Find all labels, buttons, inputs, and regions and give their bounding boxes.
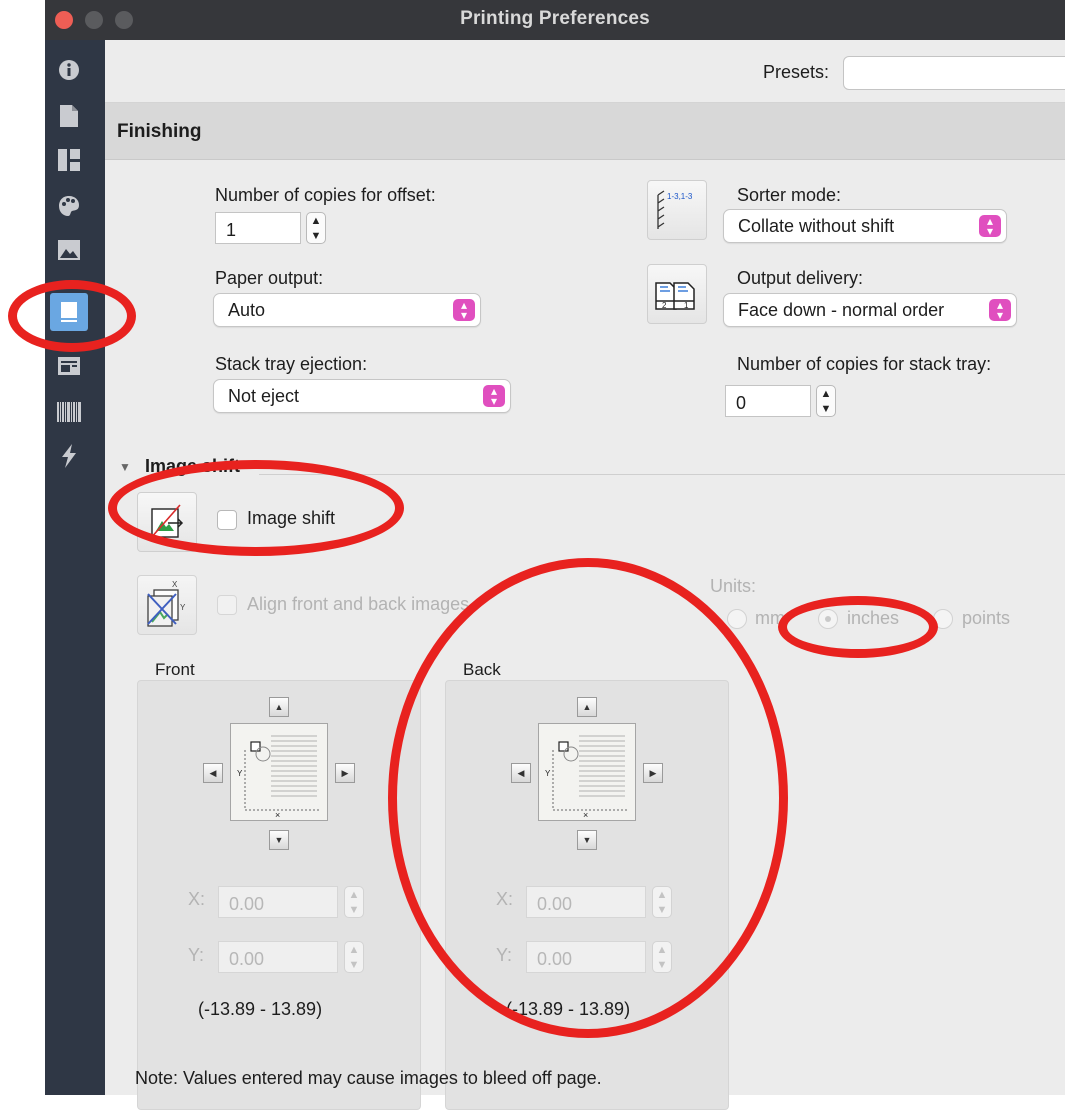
back-y-input[interactable]: 0.00 — [526, 941, 646, 973]
popup-chevron-icon: ▴ ▾ — [979, 215, 1001, 237]
document-icon[interactable] — [57, 104, 81, 128]
section-divider — [259, 474, 1065, 475]
stack-tray-ejection-select[interactable]: Not eject ▴ ▾ — [213, 379, 511, 413]
paper-output-label: Paper output: — [215, 268, 324, 288]
layout-icon[interactable] — [57, 148, 81, 172]
front-shift-down-button[interactable]: ▼ — [269, 830, 289, 850]
copies-stack-tray-input[interactable]: 0 — [725, 385, 811, 417]
image-shift-section-title: Image shift — [145, 456, 241, 476]
front-x-label: X: — [188, 889, 206, 909]
back-x-input[interactable]: 0.00 — [526, 886, 646, 918]
back-range-text: (-13.89 - 13.89) — [506, 999, 631, 1019]
svg-text:×: × — [583, 810, 588, 820]
front-page-preview: Y × — [230, 723, 328, 821]
front-range-text: (-13.89 - 13.89) — [198, 999, 323, 1019]
back-x-stepper[interactable]: ▲ ▼ — [652, 886, 672, 918]
finishing-title: Finishing — [117, 121, 202, 142]
sorter-mode-icon-text: 1-3,1-3 — [667, 192, 693, 201]
image-icon[interactable] — [57, 238, 81, 262]
front-shift-right-button[interactable]: ▶ — [335, 763, 355, 783]
svg-text:Y: Y — [237, 769, 243, 778]
image-shift-checkbox-label: Image shift — [247, 508, 336, 528]
finishing-book-icon[interactable] — [50, 293, 88, 331]
lightning-icon[interactable] — [57, 444, 81, 468]
align-images-icon: Y X — [137, 575, 197, 635]
palette-icon[interactable] — [57, 194, 81, 218]
back-y-label: Y: — [496, 945, 513, 965]
back-title: Back — [463, 660, 501, 679]
image-shift-icon — [137, 492, 197, 552]
back-shift-right-button[interactable]: ▶ — [643, 763, 663, 783]
presets-label: Presets: — [763, 62, 830, 82]
popup-chevron-icon: ▴ ▾ — [989, 299, 1011, 321]
sorter-mode-label: Sorter mode: — [737, 185, 842, 205]
stack-tray-ejection-label: Stack tray ejection: — [215, 354, 368, 374]
back-shift-up-button[interactable]: ▲ — [577, 697, 597, 717]
units-radio-mm[interactable] — [727, 609, 747, 629]
popup-chevron-icon: ▴ ▾ — [453, 299, 475, 321]
units-label: Units: — [710, 576, 757, 596]
svg-text:×: × — [275, 810, 280, 820]
align-images-checkbox[interactable] — [217, 595, 237, 615]
align-images-label: Align front and back images — [247, 594, 470, 614]
svg-text:X: X — [172, 580, 178, 589]
svg-text:Y: Y — [545, 769, 551, 778]
info-icon[interactable] — [57, 58, 81, 82]
svg-text:2: 2 — [662, 301, 667, 310]
units-inches-label: inches — [847, 608, 900, 628]
back-x-label: X: — [496, 889, 514, 909]
front-y-input[interactable]: 0.00 — [218, 941, 338, 973]
front-x-input[interactable]: 0.00 — [218, 886, 338, 918]
paper-output-value: Auto — [228, 300, 266, 320]
copies-offset-stepper[interactable]: ▲ ▼ — [306, 212, 326, 244]
units-mm-label: mm — [755, 608, 785, 628]
barcode-icon[interactable] — [57, 400, 81, 424]
window-title: Printing Preferences — [460, 8, 650, 29]
front-shift-left-button[interactable]: ◀ — [203, 763, 223, 783]
front-y-label: Y: — [188, 945, 205, 965]
back-shift-left-button[interactable]: ◀ — [511, 763, 531, 783]
svg-text:1: 1 — [684, 301, 689, 310]
sorter-mode-value: Collate without shift — [738, 216, 895, 236]
front-title: Front — [155, 660, 195, 679]
back-shift-down-button[interactable]: ▼ — [577, 830, 597, 850]
media-tray-icon[interactable] — [57, 354, 81, 378]
units-points-label: points — [962, 608, 1011, 628]
stack-tray-ejection-value: Not eject — [228, 386, 300, 406]
output-delivery-value: Face down - normal order — [738, 300, 945, 320]
presets-bar: Presets: — [105, 40, 1065, 103]
front-panel: ▲ ◀ ▶ ▼ Y × X: 0.00 ▲ ▼ Y: 0.00 ▲ ▼ (-13… — [137, 680, 421, 1110]
sorter-mode-icon: 1-3,1-3 — [647, 180, 707, 240]
front-y-stepper[interactable]: ▲ ▼ — [344, 941, 364, 973]
title-bar: Printing Preferences — [45, 0, 1065, 41]
front-shift-up-button[interactable]: ▲ — [269, 697, 289, 717]
units-radio-points[interactable] — [933, 609, 953, 629]
front-x-stepper[interactable]: ▲ ▼ — [344, 886, 364, 918]
paper-output-select[interactable]: Auto ▴ ▾ — [213, 293, 481, 327]
popup-chevron-icon: ▴ ▾ — [483, 385, 505, 407]
main-content: Presets: Finishing Number of copies for … — [105, 40, 1065, 1110]
output-delivery-label: Output delivery: — [737, 268, 864, 288]
back-y-stepper[interactable]: ▲ ▼ — [652, 941, 672, 973]
output-delivery-select[interactable]: Face down - normal order ▴ ▾ — [723, 293, 1017, 327]
bleed-note: Note: Values entered may cause images to… — [135, 1068, 602, 1088]
presets-select[interactable] — [843, 56, 1065, 90]
sorter-mode-select[interactable]: Collate without shift ▴ ▾ — [723, 209, 1007, 243]
finishing-header: Finishing — [105, 103, 1065, 160]
copies-offset-input[interactable]: 1 — [215, 212, 301, 244]
output-delivery-icon: 2 1 — [647, 264, 707, 324]
copies-offset-label: Number of copies for offset: — [215, 185, 436, 205]
copies-stack-tray-label: Number of copies for stack tray: — [737, 354, 992, 374]
copies-stack-tray-stepper[interactable]: ▲ ▼ — [816, 385, 836, 417]
back-page-preview: Y × — [538, 723, 636, 821]
svg-text:Y: Y — [180, 603, 186, 612]
sidebar — [45, 40, 105, 1095]
back-panel: ▲ ◀ ▶ ▼ Y × X: 0.00 ▲ ▼ Y: 0.00 ▲ ▼ (-13… — [445, 680, 729, 1110]
image-shift-checkbox[interactable] — [217, 510, 237, 530]
units-radio-inches[interactable] — [818, 609, 838, 629]
disclosure-triangle-icon[interactable]: ▼ — [119, 460, 131, 474]
